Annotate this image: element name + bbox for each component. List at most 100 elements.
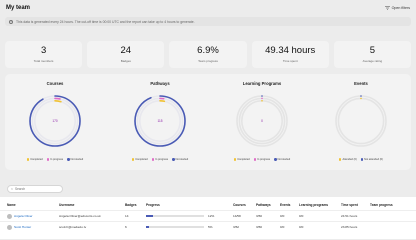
progress-percent: 5% [208, 225, 213, 229]
legend-dot [46, 158, 50, 161]
avatar [7, 213, 12, 219]
stat-value: 6.9% [197, 45, 219, 57]
table-row: Scott Hunter scott.h@medavio.tv 6 5% 3/5… [0, 221, 416, 231]
username-cell: Angela.Oliver@edscorts.co.uk [59, 214, 101, 218]
stat-value: 3 [40, 45, 47, 57]
legend-label: Attended (0) [342, 158, 357, 161]
stat-card-time-spent: 49.34 hours Time spent [251, 41, 329, 68]
open-filters-label: Open filters [391, 6, 410, 10]
legend-dot [131, 158, 135, 161]
stat-value: 5 [369, 45, 376, 57]
col-time-spent[interactable]: Time spent [341, 200, 358, 210]
members-table: Name Username Badges Progress Courses Pa… [0, 197, 416, 239]
notice-text: This data is generated every 24 hours. T… [16, 19, 195, 24]
stat-card-team-progress: 6.9% Team progress [169, 41, 247, 68]
pathways-legend: Completed In progress Not started [110, 158, 210, 161]
courses-cell: 3/52 [233, 225, 240, 229]
legend-label: In progress [257, 158, 271, 161]
filter-icon [384, 6, 390, 10]
stat-label: Badges [120, 58, 131, 63]
ring-track [335, 95, 387, 147]
stat-label: Total members [33, 58, 54, 63]
pathways-donut: 115 [134, 95, 186, 147]
stat-label: Average rating [362, 58, 383, 63]
courses-chart: Courses 170 Completed In progress Not st… [5, 74, 105, 170]
col-learning-programs[interactable]: Learning programs [299, 200, 328, 210]
legend-dot [339, 158, 342, 161]
legend-completed: Completed [233, 158, 250, 161]
open-filters-button[interactable]: Open filters [384, 6, 410, 10]
legend-label: Completed [135, 158, 148, 161]
charts-panel: Courses 170 Completed In progress Not st… [5, 74, 411, 170]
events-chart: Events Attended (0) Not attended (0) [311, 74, 411, 170]
pathways-cell: 3/50 [256, 225, 263, 229]
legend-label: Not started [277, 158, 291, 161]
courses-cell: 14/58 [233, 214, 241, 218]
col-courses[interactable]: Courses [233, 200, 246, 210]
legend-in-progress: In progress [253, 158, 271, 161]
col-pathways[interactable]: Pathways [256, 200, 271, 210]
stat-card-total-members: 3 Total members [5, 41, 83, 68]
stat-card-badges: 24 Badges [87, 41, 165, 68]
legend-not-attended: Not attended (0) [360, 158, 383, 161]
time-spent-cell: 24.51 hours [341, 214, 358, 218]
search-input[interactable] [15, 187, 59, 191]
progress-bar [146, 226, 204, 228]
info-icon: i [9, 19, 13, 24]
stats-row: 3 Total members 24 Badges 6.9% Team prog… [5, 41, 412, 68]
search-field[interactable] [7, 185, 63, 193]
legend-label: Not attended (0) [364, 158, 383, 161]
chart-title: Events [354, 81, 368, 86]
table-row: Angela Oliver Angela.Oliver@edscorts.co.… [0, 210, 416, 220]
legend-not-started: Not started [67, 158, 83, 161]
legend-dot [253, 158, 257, 161]
progress-bar [146, 215, 204, 217]
stat-value: 24 [120, 45, 132, 57]
progress-bar-fill [146, 215, 153, 217]
courses-donut: 170 [29, 95, 81, 147]
col-badges[interactable]: Badges [125, 200, 137, 210]
legend-completed: Completed [26, 158, 43, 161]
legend-dot [151, 158, 155, 161]
col-events[interactable]: Events [280, 200, 290, 210]
courses-legend: Completed In progress Not started [5, 158, 105, 161]
page-title: My team [6, 5, 31, 11]
col-name[interactable]: Name [7, 200, 16, 210]
legend-not-started: Not started [172, 158, 188, 161]
member-name-link[interactable]: Scott Hunter [14, 225, 31, 229]
stat-card-average-rating: 5 Average rating [333, 41, 412, 68]
pathways-cell: 3/50 [256, 214, 263, 218]
chart-title: Learning Programs [242, 81, 282, 86]
name-cell: Angela Oliver [7, 211, 33, 221]
legend-label: Completed [237, 158, 250, 161]
chart-title: Courses [46, 81, 64, 86]
col-team-progress[interactable]: Team progress [370, 200, 393, 210]
chart-title: Pathways [150, 81, 170, 86]
legend-dot [26, 158, 30, 161]
member-name-link[interactable]: Angela Oliver [14, 214, 33, 218]
avatar [7, 224, 12, 230]
events-donut [335, 95, 387, 147]
badges-cell: 14 [125, 214, 129, 218]
learning-programs-cell: 0/0 [299, 225, 304, 229]
stat-label: Team progress [198, 58, 218, 63]
stat-value: 49.34 hours [265, 45, 316, 57]
stat-label: Time spent [282, 58, 298, 63]
legend-label: Completed [30, 158, 43, 161]
events-cell: 0/0 [280, 214, 285, 218]
username-cell: scott.h@medavio.tv [59, 225, 87, 229]
legend-dot [274, 158, 277, 161]
events-cell: 0/0 [280, 225, 285, 229]
legend-completed: Completed [131, 158, 148, 161]
name-cell: Scott Hunter [7, 222, 31, 232]
progress-percent: 12% [208, 214, 215, 218]
col-progress[interactable]: Progress [146, 200, 160, 210]
col-username[interactable]: Username [59, 200, 74, 210]
learning-programs-chart: Learning Programs 0 Completed In progres… [212, 74, 312, 170]
legend-dot [67, 158, 70, 161]
legend-dot [233, 158, 237, 161]
top-bar: My team Open filters [0, 0, 416, 16]
legend-not-started: Not started [274, 158, 290, 161]
ring-track [337, 97, 385, 145]
donut-center-value: 115 [157, 119, 162, 123]
